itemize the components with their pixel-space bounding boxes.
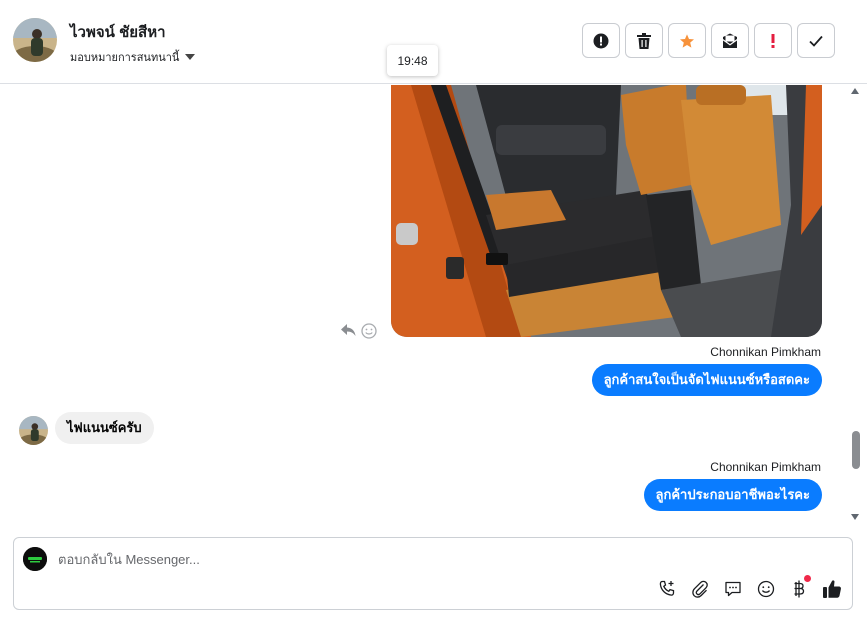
sender-name: Chonnikan Pimkham [710,345,821,359]
message-input[interactable] [58,552,658,567]
assign-label: มอบหมายการสนทนานี้ [70,52,180,64]
thumbs-up-icon[interactable] [822,579,842,599]
timestamp-tooltip: 19:48 [387,45,438,76]
star-button[interactable] [668,23,706,58]
baht-payment-icon[interactable] [789,575,811,599]
scroll-down-arrow-icon[interactable] [851,514,859,520]
call-add-icon[interactable] [657,579,677,599]
paperclip-icon[interactable] [690,579,710,599]
caret-down-icon [185,54,196,60]
delete-button[interactable] [625,23,663,58]
emoji-icon[interactable] [756,579,776,599]
conversation-actions [582,23,835,58]
saved-reply-icon[interactable] [723,579,743,599]
image-attachment[interactable] [391,85,822,337]
scroll-up-arrow-icon[interactable] [851,88,859,94]
envelope-icon [723,33,737,48]
mark-unread-button[interactable] [711,23,749,58]
check-icon [809,35,823,47]
contact-avatar-small [19,416,48,445]
page-avatar [23,547,47,571]
incoming-message[interactable]: ไฟแนนซ์ครับ [55,412,154,444]
report-spam-button[interactable] [582,23,620,58]
message-list: Chonnikan Pimkham ลูกค้าสนใจเป็นจัดไฟแนน… [0,85,867,530]
exclamation-icon [771,33,775,48]
scrollbar-thumb[interactable] [852,431,860,469]
assign-conversation-dropdown[interactable]: มอบหมายการสนทนานี้ [70,48,196,66]
reply-composer [13,537,853,610]
alert-circle-icon [593,33,609,48]
sender-name: Chonnikan Pimkham [710,460,821,474]
outgoing-message[interactable]: ลูกค้าสนใจเป็นจัดไฟแนนซ์หรือสดคะ [591,364,822,396]
contact-avatar[interactable] [13,18,57,62]
trash-icon [637,32,651,49]
smile-icon[interactable] [361,323,377,339]
reply-icon[interactable] [340,323,356,337]
outgoing-message[interactable]: ลูกค้าประกอบอาชีพอะไรคะ [643,479,822,511]
inbox-conversation: ไวพจน์ ชัยสีหา มอบหมายการสนทนานี้ 19:48 … [0,0,867,617]
composer-toolbar [657,575,842,599]
done-button[interactable] [797,23,835,58]
car-interior-photo [391,85,822,337]
contact-name[interactable]: ไวพจน์ ชัยสีหา [70,20,166,44]
notification-dot [804,575,811,582]
important-button[interactable] [754,23,792,58]
star-icon [680,33,694,48]
